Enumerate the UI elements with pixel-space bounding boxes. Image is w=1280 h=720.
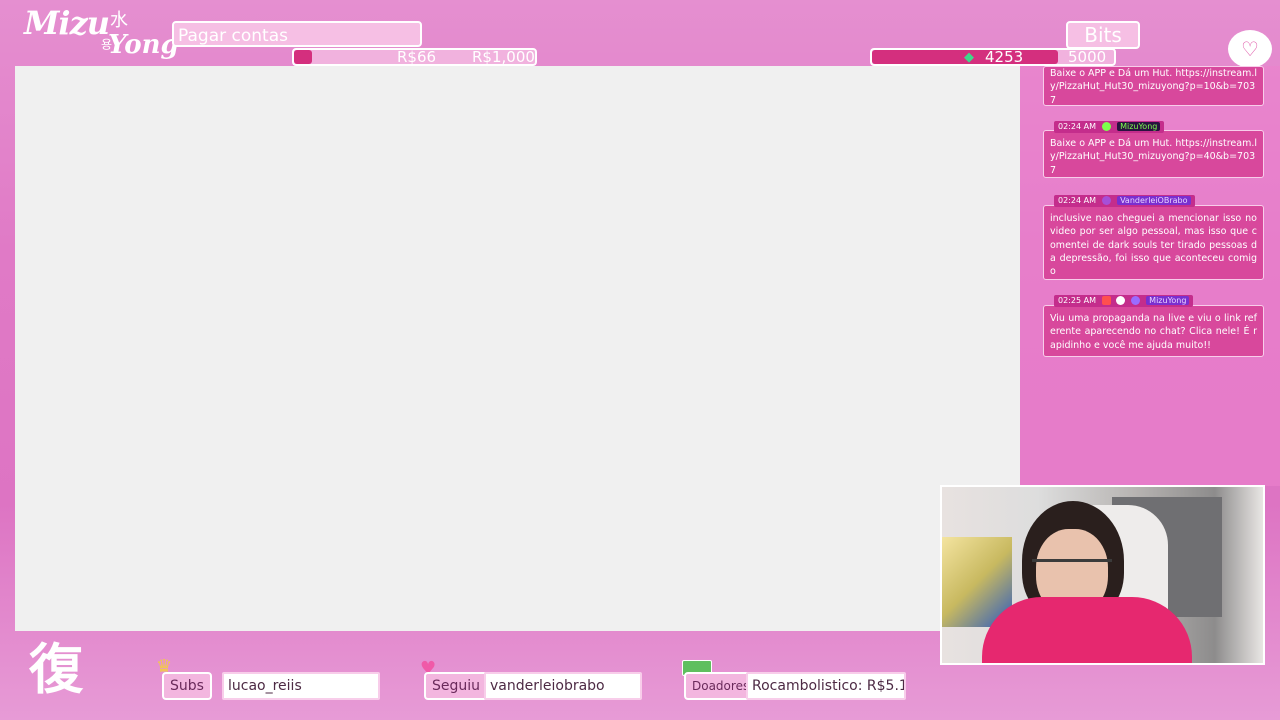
chat-message: Baixe o APP e Dá um Hut. https://instrea…: [1043, 66, 1264, 106]
chat-message: inclusive nao cheguei a mencionar isso n…: [1043, 205, 1264, 280]
follow-label: Seguiu: [424, 672, 489, 700]
chat-message-text: Baixe o APP e Dá um Hut. https://instrea…: [1050, 138, 1257, 176]
chat-message: Baixe o APP e Dá um Hut. https://instrea…: [1043, 130, 1264, 178]
chat-time: 02:25 AM: [1058, 296, 1096, 305]
broadcaster-badge-icon: [1101, 296, 1111, 305]
donors-value: Rocambolistico: R$5.1: [746, 672, 906, 700]
bits-target: 5000: [1068, 48, 1107, 66]
star-badge-icon: [1116, 296, 1126, 305]
logo-kanji: 水: [110, 10, 128, 31]
chat-time: 02:24 AM: [1058, 122, 1096, 131]
webcam-feed: [940, 485, 1265, 665]
bits-gem-icon: ◆: [964, 50, 974, 65]
chat-time: 02:24 AM: [1058, 196, 1096, 205]
bits-current: 4253: [985, 48, 1024, 66]
follow-value: vanderleiobrabo: [484, 672, 642, 700]
goal-progress-fill: [294, 50, 312, 64]
chat-message-header: 02:24 AM MizuYong: [1054, 121, 1165, 133]
chat-message-header: 02:24 AM VanderleiOBrabo: [1054, 195, 1195, 207]
logo-text-main: Mizu: [24, 4, 110, 42]
chat-message-text: inclusive nao cheguei a mencionar isso n…: [1050, 213, 1257, 278]
chat-username: MizuYong: [1117, 122, 1161, 131]
subs-label: Subs: [162, 672, 212, 700]
stream-game-area: [15, 66, 1020, 631]
goal-target: R$1,000: [472, 48, 535, 66]
chat-username: MizuYong: [1146, 296, 1190, 305]
channel-logo: Mizu 水 용 Yong: [24, 4, 179, 64]
chat-message: Viu uma propaganda na live e viu o link …: [1043, 305, 1264, 357]
bits-title: Bits: [1066, 21, 1140, 49]
chat-username: VanderleiOBrabo: [1117, 196, 1191, 205]
logo-text-secondary: Yong: [108, 30, 179, 60]
goal-current: R$66: [397, 48, 437, 66]
verified-badge-icon: [1130, 296, 1140, 305]
subscriber-badge-icon: [1101, 196, 1111, 205]
heart-chat-icon: ♡: [1228, 30, 1272, 68]
chat-message-text: Baixe o APP e Dá um Hut. https://instrea…: [1050, 68, 1257, 106]
bottom-kanji-logo: 復: [29, 638, 83, 701]
goal-title: Pagar contas: [172, 21, 422, 47]
chat-message-header: 02:25 AM MizuYong: [1054, 295, 1194, 307]
subs-value: lucao_reiis: [222, 672, 380, 700]
moderator-badge-icon: [1101, 122, 1111, 131]
chat-message-text: Viu uma propaganda na live e viu o link …: [1050, 313, 1257, 351]
